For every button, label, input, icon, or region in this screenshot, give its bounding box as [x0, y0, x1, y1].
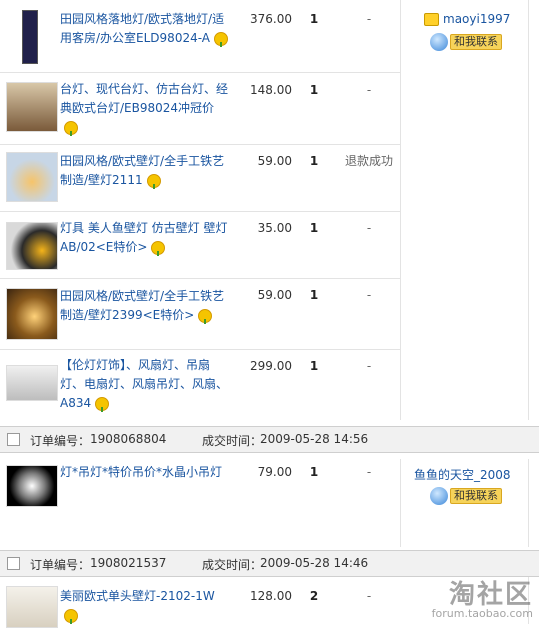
order-header: 订单编号： 1908068804 成交时间： 2009-05-28 14:56	[0, 426, 539, 453]
order-number: 1908021537	[90, 556, 167, 570]
product-title-link[interactable]: 【伦灯灯饰】、风扇灯、吊扇灯、电扇灯、风扇吊灯、风扇、A834	[60, 356, 230, 413]
product-thumbnail[interactable]	[6, 586, 58, 628]
order-number: 1908068804	[90, 432, 167, 446]
order-select-checkbox[interactable]	[7, 557, 20, 570]
order-header: 订单编号： 1908021537 成交时间： 2009-05-28 14:46	[0, 550, 539, 577]
seller-name-link[interactable]: 鱼鱼的天空_2008	[414, 466, 511, 483]
row-divider	[0, 349, 400, 350]
item-price: 128.00	[250, 589, 292, 603]
item-quantity: 1	[309, 12, 319, 26]
item-price: 299.00	[250, 359, 292, 373]
product-title[interactable]: 灯具 美人鱼壁灯 仿古壁灯 壁灯AB/02<E特价>	[60, 221, 227, 254]
product-title-link[interactable]: 田园风格/欧式壁灯/全手工铁艺制造/壁灯2111	[60, 152, 230, 190]
flower-icon	[214, 31, 229, 47]
chat-icon	[424, 13, 439, 26]
item-status: -	[366, 589, 372, 603]
deal-time: 2009-05-28 14:46	[260, 556, 369, 570]
product-title[interactable]: 田园风格/欧式壁灯/全手工铁艺制造/壁灯2111	[60, 154, 224, 187]
item-quantity: 1	[309, 359, 319, 373]
seller-info: maoyi1997	[424, 12, 510, 26]
col-divider	[400, 459, 401, 547]
item-status: -	[366, 359, 372, 373]
product-thumbnail[interactable]	[6, 82, 58, 132]
flower-icon	[198, 308, 213, 324]
flower-icon	[95, 396, 110, 412]
row-divider	[0, 144, 400, 145]
product-title[interactable]: 美丽欧式单头壁灯-2102-1W	[60, 589, 215, 603]
flower-icon	[64, 120, 78, 136]
item-price: 148.00	[250, 83, 292, 97]
item-price: 376.00	[250, 12, 292, 26]
product-title[interactable]: 灯*吊灯*特价吊价*水晶小吊灯	[60, 465, 222, 479]
product-thumbnail[interactable]	[6, 152, 58, 202]
col-divider	[528, 459, 529, 547]
product-thumbnail[interactable]	[6, 365, 58, 401]
wangwang-icon	[430, 33, 448, 51]
flower-icon	[151, 240, 166, 256]
product-title-link[interactable]: 田园风格落地灯/欧式落地灯/适用客房/办公室ELD98024-A	[60, 10, 230, 48]
product-thumbnail[interactable]	[22, 10, 38, 64]
item-quantity: 1	[309, 154, 319, 168]
deal-time-label: 成交时间：	[202, 558, 263, 572]
item-price: 59.00	[257, 154, 292, 168]
product-title[interactable]: 田园风格落地灯/欧式落地灯/适用客房/办公室ELD98024-A	[60, 12, 224, 45]
row-divider	[0, 211, 400, 212]
item-quantity: 1	[309, 288, 319, 302]
item-status: -	[366, 221, 372, 235]
item-status: 退款成功	[344, 154, 393, 168]
product-thumbnail[interactable]	[6, 288, 58, 340]
deal-time: 2009-05-28 14:56	[260, 432, 369, 446]
item-quantity: 2	[309, 589, 319, 603]
product-title-link[interactable]: 台灯、现代台灯、仿古台灯、经典欧式台灯/EB98024冲冠价	[60, 80, 230, 137]
product-title-link[interactable]: 田园风格/欧式壁灯/全手工铁艺制造/壁灯2399<E特价>	[60, 287, 230, 325]
col-divider	[528, 0, 529, 420]
order-number-label: 订单编号：	[30, 558, 91, 572]
order-number-label: 订单编号：	[30, 434, 91, 448]
wangwang-icon	[430, 487, 448, 505]
item-quantity: 1	[309, 83, 319, 97]
col-divider	[400, 0, 401, 420]
flower-icon	[146, 173, 161, 189]
product-title[interactable]: 台灯、现代台灯、仿古台灯、经典欧式台灯/EB98024冲冠价	[60, 82, 228, 115]
item-status: -	[366, 12, 372, 26]
item-quantity: 1	[309, 465, 319, 479]
item-quantity: 1	[309, 221, 319, 235]
product-thumbnail[interactable]	[6, 465, 58, 507]
product-title-link[interactable]: 灯具 美人鱼壁灯 仿古壁灯 壁灯AB/02<E特价>	[60, 219, 230, 257]
contact-seller-button[interactable]: 和我联系	[430, 33, 502, 51]
flower-icon	[64, 608, 78, 624]
order-select-checkbox[interactable]	[7, 433, 20, 446]
item-price: 79.00	[257, 465, 292, 479]
product-title-link[interactable]: 美丽欧式单头壁灯-2102-1W	[60, 587, 230, 625]
contact-seller-button[interactable]: 和我联系	[430, 487, 502, 505]
item-status: -	[366, 83, 372, 97]
deal-time-label: 成交时间：	[202, 434, 263, 448]
seller-name-link[interactable]: maoyi1997	[443, 12, 510, 26]
row-divider	[0, 72, 400, 73]
product-title[interactable]: 【伦灯灯饰】、风扇灯、吊扇灯、电扇灯、风扇吊灯、风扇、A834	[60, 358, 228, 410]
contact-label: 和我联系	[450, 488, 502, 504]
contact-label: 和我联系	[450, 34, 502, 50]
forum-watermark: 淘社区 forum.taobao.com	[432, 574, 533, 620]
item-price: 35.00	[257, 221, 292, 235]
item-status: -	[366, 288, 372, 302]
watermark-logo: 淘社区	[448, 580, 533, 610]
row-divider	[0, 278, 400, 279]
product-thumbnail[interactable]	[6, 222, 58, 270]
item-price: 59.00	[257, 288, 292, 302]
item-status: -	[366, 465, 372, 479]
product-title-link[interactable]: 灯*吊灯*特价吊价*水晶小吊灯	[60, 463, 230, 482]
watermark-url: forum.taobao.com	[431, 607, 533, 620]
